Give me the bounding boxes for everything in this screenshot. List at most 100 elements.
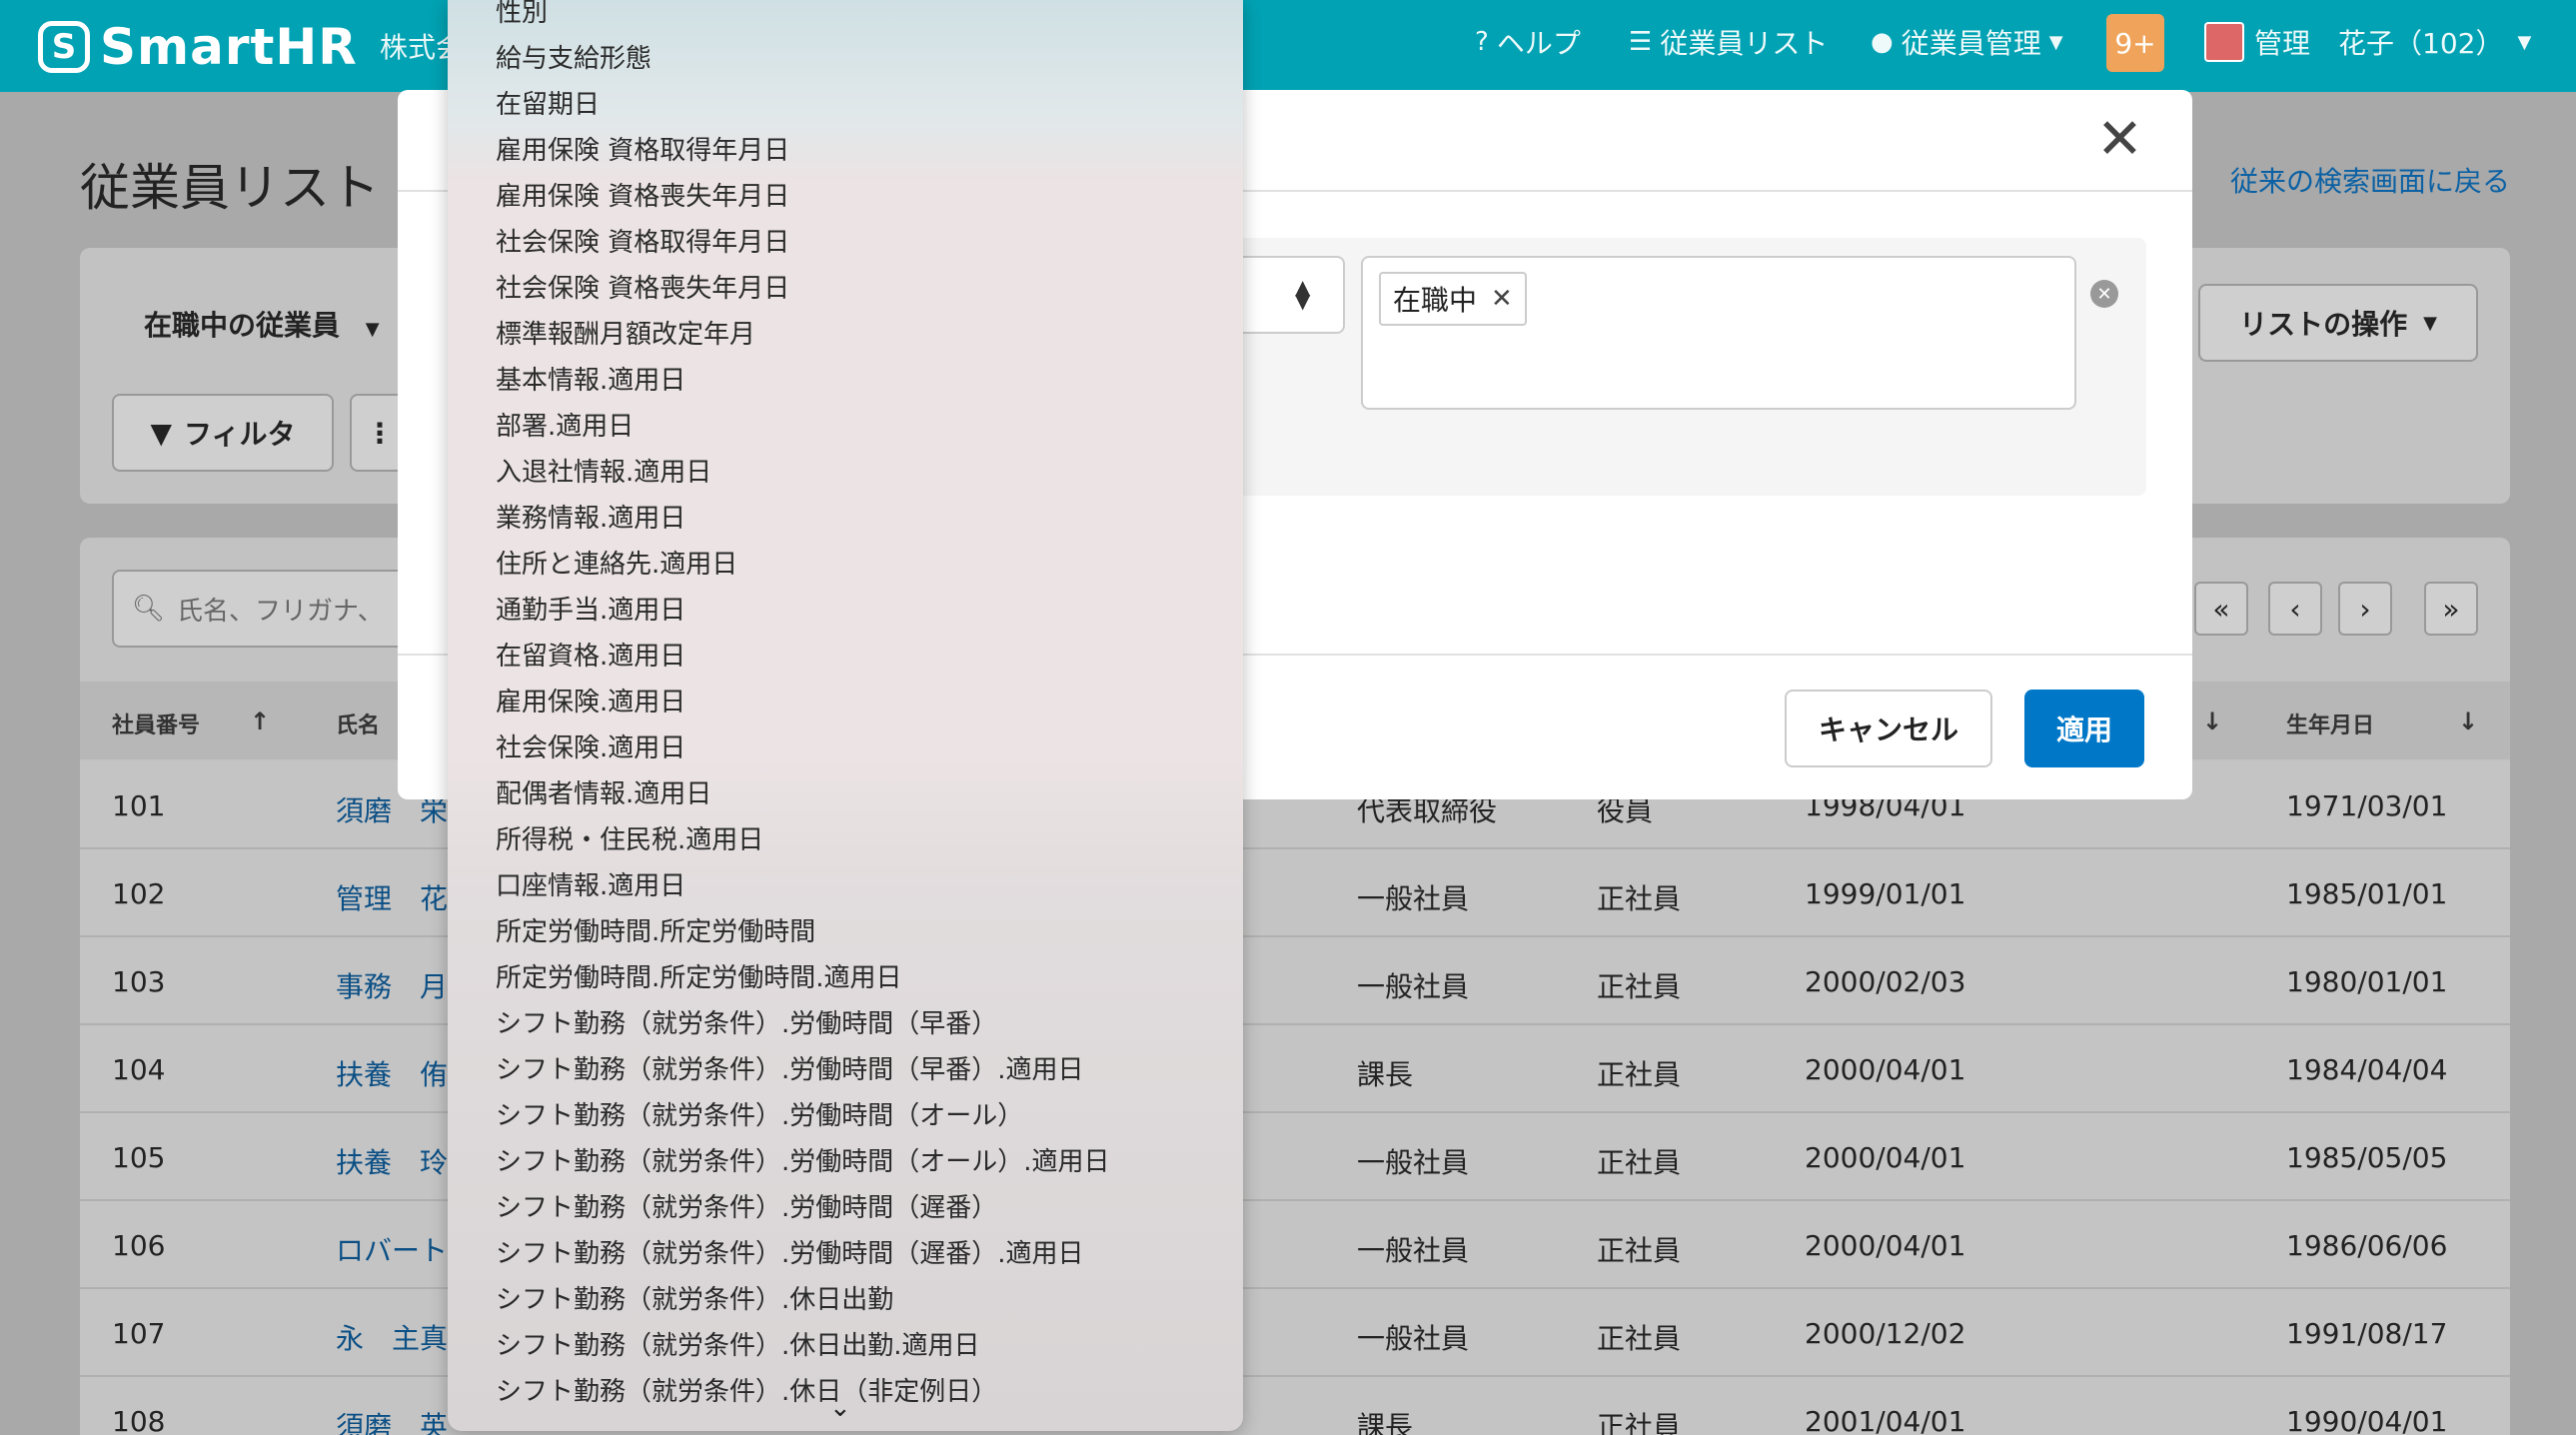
smarthr-logo[interactable]: S SmartHR (38, 18, 358, 76)
last-page-button[interactable]: » (2424, 582, 2478, 636)
dropdown-option[interactable]: 通勤手当.適用日 (496, 590, 685, 627)
cell-position: 一般社員 (1357, 1146, 1470, 1179)
dropdown-option[interactable]: 入退社情報.適用日 (496, 452, 711, 489)
cell-birthdate: 1985/05/05 (2286, 1141, 2448, 1174)
dropdown-option[interactable]: 社会保険 資格取得年月日 (496, 222, 789, 259)
employee-mgmt-menu[interactable]: ● 従業員管理 ▼ (1871, 22, 2063, 62)
dropdown-option[interactable]: 所定労働時間.所定労働時間 (496, 911, 815, 948)
cell-position: 課長 (1357, 1058, 1414, 1091)
user-menu[interactable]: 管理 花子（102） ▼ (2254, 22, 2531, 62)
sort-down-icon[interactable]: ↓ (2458, 708, 2478, 735)
dropdown-option[interactable]: 在留資格.適用日 (496, 636, 685, 673)
dropdown-option[interactable]: 配偶者情報.適用日 (496, 773, 711, 810)
page-title: 従業員リスト (80, 159, 380, 217)
next-page-button[interactable]: › (2338, 582, 2392, 636)
sort-up-icon[interactable]: ↑ (250, 708, 270, 735)
cell-employee-id: 102 (112, 877, 166, 910)
first-page-button[interactable]: « (2194, 582, 2248, 636)
apply-button[interactable]: 適用 (2024, 690, 2144, 767)
dropdown-option[interactable]: シフト勤務（就労条件）.労働時間（遅番） (496, 1187, 997, 1224)
cell-employment-type: 正社員 (1597, 1322, 1682, 1355)
cell-position: 一般社員 (1357, 1322, 1470, 1355)
cancel-button[interactable]: キャンセル (1785, 690, 1992, 767)
cell-employee-id: 107 (112, 1317, 166, 1350)
cell-employment-type: 正社員 (1597, 1234, 1682, 1267)
cell-birthdate: 1971/03/01 (2286, 789, 2448, 822)
avatar[interactable] (2204, 22, 2244, 62)
grid-icon: ⋮ (366, 416, 394, 450)
chevron-down-icon[interactable]: ⌄ (829, 1393, 851, 1423)
saved-filter-select[interactable]: 在職中の従業員 ▼ (144, 304, 380, 344)
dropdown-option[interactable]: シフト勤務（就労条件）.労働時間（早番） (496, 1003, 997, 1040)
user-icon: ● (1871, 27, 1894, 57)
logo-text: SmartHR (100, 18, 358, 76)
dropdown-option[interactable]: シフト勤務（就労条件）.労働時間（遅番）.適用日 (496, 1233, 1084, 1270)
dropdown-option[interactable]: 住所と連絡先.適用日 (496, 544, 737, 581)
cell-join-date: 2000/04/01 (1805, 1053, 1966, 1086)
value-tag: 在職中 ✕ (1379, 272, 1527, 326)
cell-name[interactable]: 扶養 侑 (336, 1053, 448, 1093)
cell-join-date: 2000/04/01 (1805, 1229, 1966, 1262)
notification-badge[interactable]: 9+ (2106, 14, 2164, 72)
cell-employment-type: 正社員 (1597, 882, 1682, 915)
list-ops-label: リストの操作 (2239, 308, 2408, 341)
search-icon: 🔍︎ (132, 594, 166, 624)
dropdown-option[interactable]: 社会保険 資格喪失年月日 (496, 268, 789, 305)
help-link[interactable]: ? ヘルプ (1475, 22, 1581, 62)
dropdown-option[interactable]: 給与支給形態 (496, 38, 651, 75)
dropdown-option[interactable]: 業務情報.適用日 (496, 498, 685, 535)
cell-name[interactable]: 事務 月 (336, 965, 448, 1005)
dropdown-option[interactable]: 雇用保険.適用日 (496, 682, 685, 718)
th-employee-id[interactable]: 社員番号 (112, 708, 200, 739)
field-dropdown-list[interactable]: 性別給与支給形態 在留期日雇用保険 資格取得年月日 雇用保険 資格喪失年月日 社会保険… (448, 0, 1243, 1431)
dropdown-option[interactable]: 雇用保険 資格喪失年月日 (496, 176, 789, 213)
dropdown-option[interactable]: 在留期日 (496, 84, 600, 121)
cell-name[interactable]: ロバート (336, 1229, 448, 1269)
dropdown-option[interactable]: 標準報酬月額改定年月 (496, 314, 755, 351)
app-header: S SmartHR 株式会 ? ヘルプ ☰ 従業員リスト ● 従業員管理 ▼ 9… (0, 0, 2576, 92)
employee-list-link[interactable]: ☰ 従業員リスト (1629, 22, 1828, 62)
cell-name[interactable]: 扶養 玲 (336, 1141, 448, 1181)
prev-page-button[interactable]: ‹ (2268, 582, 2322, 636)
cell-name[interactable]: 須磨 英 (336, 1405, 448, 1435)
dropdown-option[interactable]: シフト勤務（就労条件）.休日出勤 (496, 1279, 893, 1316)
cell-position: 一般社員 (1357, 882, 1470, 915)
filter-button[interactable]: ▼ フィルタ (112, 394, 334, 472)
dropdown-option[interactable]: シフト勤務（就労条件）.休日出勤.適用日 (496, 1325, 980, 1362)
dropdown-option[interactable]: 社会保険.適用日 (496, 727, 685, 764)
select-sort-icon: ▲ ▼ (1295, 275, 1311, 313)
dropdown-option[interactable]: 基本情報.適用日 (496, 360, 685, 397)
employee-mgmt-label: 従業員管理 (1901, 27, 2041, 60)
cell-birthdate: 1991/08/17 (2286, 1317, 2448, 1350)
dropdown-option[interactable]: 雇用保険 資格取得年月日 (496, 130, 789, 167)
dropdown-option[interactable]: シフト勤務（就労条件）.労働時間（オール） (496, 1095, 1023, 1132)
cell-birthdate: 1990/04/01 (2286, 1405, 2448, 1435)
remove-tag-icon[interactable]: ✕ (1491, 284, 1513, 314)
cell-name[interactable]: 管理 花 (336, 877, 448, 917)
back-to-legacy-search-link[interactable]: 従来の検索画面に戻る (2230, 160, 2510, 200)
dropdown-option[interactable]: シフト勤務（就労条件）.休日（非定例日） (496, 1371, 997, 1408)
list-operations-button[interactable]: リストの操作 ▼ (2198, 284, 2478, 362)
cell-join-date: 1999/01/01 (1805, 877, 1966, 910)
dropdown-option[interactable]: 所定労働時間.所定労働時間.適用日 (496, 957, 902, 994)
value-tag-label: 在職中 (1393, 284, 1478, 317)
th-birthdate[interactable]: 生年月日 (2286, 708, 2374, 739)
th-name[interactable]: 氏名 (336, 708, 380, 739)
dropdown-option[interactable]: 性別 (496, 0, 548, 29)
sort-down-icon[interactable]: ↓ (2202, 708, 2222, 735)
clear-condition-icon[interactable]: ✕ (2090, 280, 2118, 308)
cell-employment-type: 正社員 (1597, 970, 1682, 1003)
cell-join-date: 2000/02/03 (1805, 965, 1966, 998)
chevron-right-icon: › (2359, 592, 2371, 626)
dropdown-option[interactable]: シフト勤務（就労条件）.労働時間（早番）.適用日 (496, 1049, 1084, 1086)
funnel-icon: ▼ (150, 416, 173, 450)
cell-name[interactable]: 永 主真 (336, 1317, 448, 1357)
caret-down-icon: ▼ (365, 319, 380, 340)
question-icon: ? (1475, 27, 1489, 57)
dropdown-option[interactable]: シフト勤務（就労条件）.労働時間（オール）.適用日 (496, 1141, 1110, 1178)
cell-birthdate: 1986/06/06 (2286, 1229, 2448, 1262)
dropdown-option[interactable]: 口座情報.適用日 (496, 865, 685, 902)
close-icon[interactable]: ✕ (2096, 112, 2143, 168)
dropdown-option[interactable]: 部署.適用日 (496, 406, 634, 443)
dropdown-option[interactable]: 所得税・住民税.適用日 (496, 819, 763, 856)
